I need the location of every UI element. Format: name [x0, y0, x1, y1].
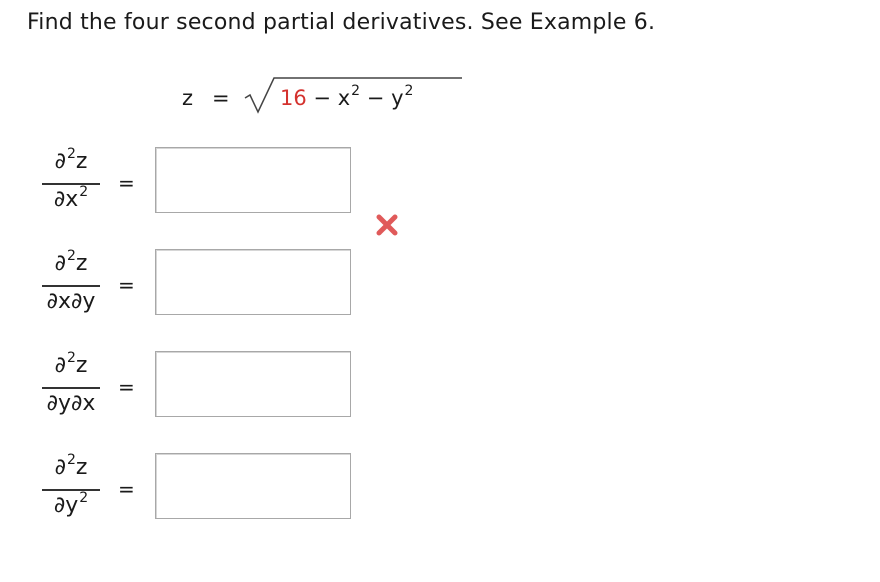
denominator: ∂x∂y	[46, 289, 96, 314]
denominator: ∂y∂x	[46, 391, 96, 416]
equals-sign: =	[118, 375, 135, 399]
radicand-constant: 16	[280, 86, 307, 110]
equals-sign: =	[118, 273, 135, 297]
equals-sign: =	[118, 477, 135, 501]
given-equation: z = 16 − x2 − y2	[182, 76, 462, 116]
derivative-row-yy: ∂2z ∂y2 =	[0, 452, 880, 543]
derivative-row-yx: ∂2z ∂y∂x =	[0, 350, 880, 441]
equation-lhs: z	[182, 86, 194, 110]
answer-input-xx[interactable]	[155, 147, 351, 213]
answer-input-yy[interactable]	[155, 453, 351, 519]
x-mark-icon	[376, 214, 398, 236]
numerator: ∂2z	[54, 248, 88, 276]
derivative-row-xx: ∂2z ∂x2 =	[0, 146, 880, 237]
equation-equals: =	[212, 86, 230, 110]
numerator: ∂2z	[54, 452, 88, 480]
denominator: ∂x2	[53, 184, 89, 212]
equals-sign: =	[118, 171, 135, 195]
answer-input-xy[interactable]	[155, 249, 351, 315]
numerator: ∂2z	[54, 350, 88, 378]
fraction-bar	[42, 489, 100, 491]
minus-sign: −	[313, 86, 332, 110]
term2-var: y	[391, 86, 404, 110]
term2-exponent: 2	[404, 83, 414, 99]
fraction-bar	[42, 387, 100, 389]
fraction-bar	[42, 285, 100, 287]
derivative-row-xy: ∂2z ∂x∂y =	[0, 248, 880, 339]
denominator: ∂y2	[53, 490, 89, 518]
answer-input-yx[interactable]	[155, 351, 351, 417]
minus-sign: −	[366, 86, 385, 110]
radicand: 16 − x2 − y2	[280, 83, 414, 110]
fraction-bar	[42, 183, 100, 185]
term1-exponent: 2	[351, 83, 361, 99]
numerator: ∂2z	[54, 146, 88, 174]
term1-var: x	[337, 86, 351, 110]
question-prompt: Find the four second partial derivatives…	[27, 10, 656, 35]
